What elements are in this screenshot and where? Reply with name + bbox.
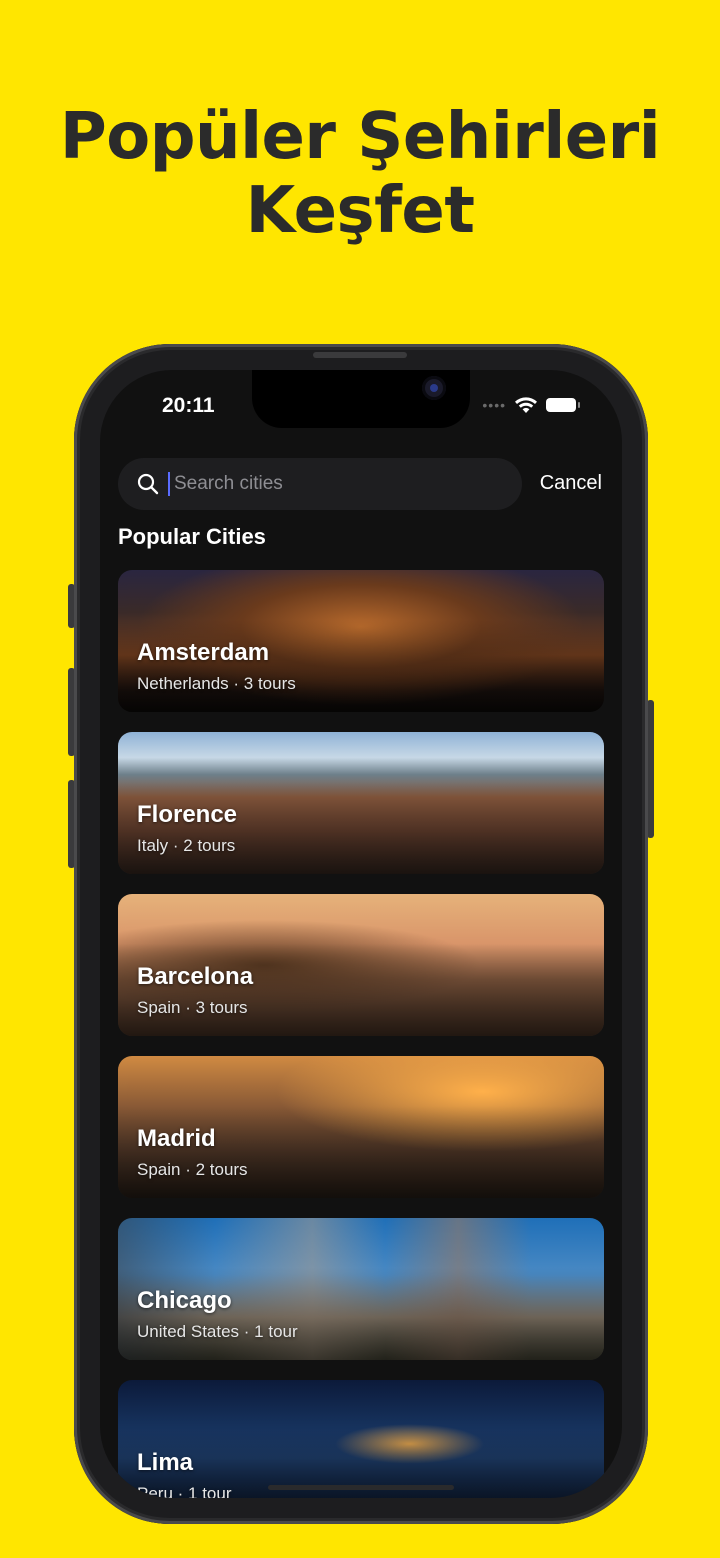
text-cursor xyxy=(168,472,170,496)
side-button xyxy=(647,700,654,838)
wifi-icon xyxy=(515,397,537,413)
city-subtitle: Netherlands · 3 tours xyxy=(137,674,296,693)
city-name: Madrid xyxy=(137,1125,216,1152)
city-name: Barcelona xyxy=(137,963,254,990)
search-bar[interactable] xyxy=(118,458,522,510)
city-card-madrid[interactable]: Madrid Spain · 2 tours xyxy=(118,1056,604,1198)
battery-icon xyxy=(546,398,580,412)
city-card-florence[interactable]: Florence Italy · 2 tours xyxy=(118,732,604,874)
signal-icon: •••• xyxy=(482,397,506,413)
city-subtitle: Italy · 2 tours xyxy=(137,836,236,855)
section-title: Popular Cities xyxy=(118,524,266,549)
phone-speaker xyxy=(313,352,407,358)
city-card-chicago[interactable]: Chicago United States · 1 tour xyxy=(118,1218,604,1360)
city-subtitle: United States · 1 tour xyxy=(137,1322,298,1341)
city-name: Chicago xyxy=(137,1287,232,1314)
home-indicator xyxy=(268,1485,454,1490)
city-name: Amsterdam xyxy=(137,639,270,666)
notch xyxy=(252,370,470,428)
city-subtitle: Peru · 1 tour xyxy=(137,1484,232,1498)
headline-line-2: Keşfet xyxy=(245,174,475,248)
status-icons: •••• xyxy=(482,396,580,414)
headline-line-1: Popüler Şehirleri xyxy=(59,100,661,174)
search-icon xyxy=(137,473,159,495)
city-card-barcelona[interactable]: Barcelona Spain · 3 tours xyxy=(118,894,604,1036)
city-name: Lima xyxy=(137,1449,194,1476)
status-time: 20:11 xyxy=(162,394,215,417)
city-list: Amsterdam Netherlands · 3 tours Florence… xyxy=(118,570,604,1498)
search-input[interactable] xyxy=(172,472,496,496)
cancel-button[interactable]: Cancel xyxy=(540,472,602,495)
city-card-lima[interactable]: Lima Peru · 1 tour xyxy=(118,1380,604,1498)
city-subtitle: Spain · 3 tours xyxy=(137,998,248,1017)
camera-icon xyxy=(422,376,446,400)
city-name: Florence xyxy=(137,801,238,828)
page-headline: Popüler Şehirleri Keşfet xyxy=(0,100,720,248)
city-card-amsterdam[interactable]: Amsterdam Netherlands · 3 tours xyxy=(118,570,604,712)
phone-screen: 20:11 •••• Cancel Popular Cities Amsterd… xyxy=(100,370,622,1498)
card-image-shade xyxy=(118,1380,604,1498)
city-subtitle: Spain · 2 tours xyxy=(137,1160,248,1179)
